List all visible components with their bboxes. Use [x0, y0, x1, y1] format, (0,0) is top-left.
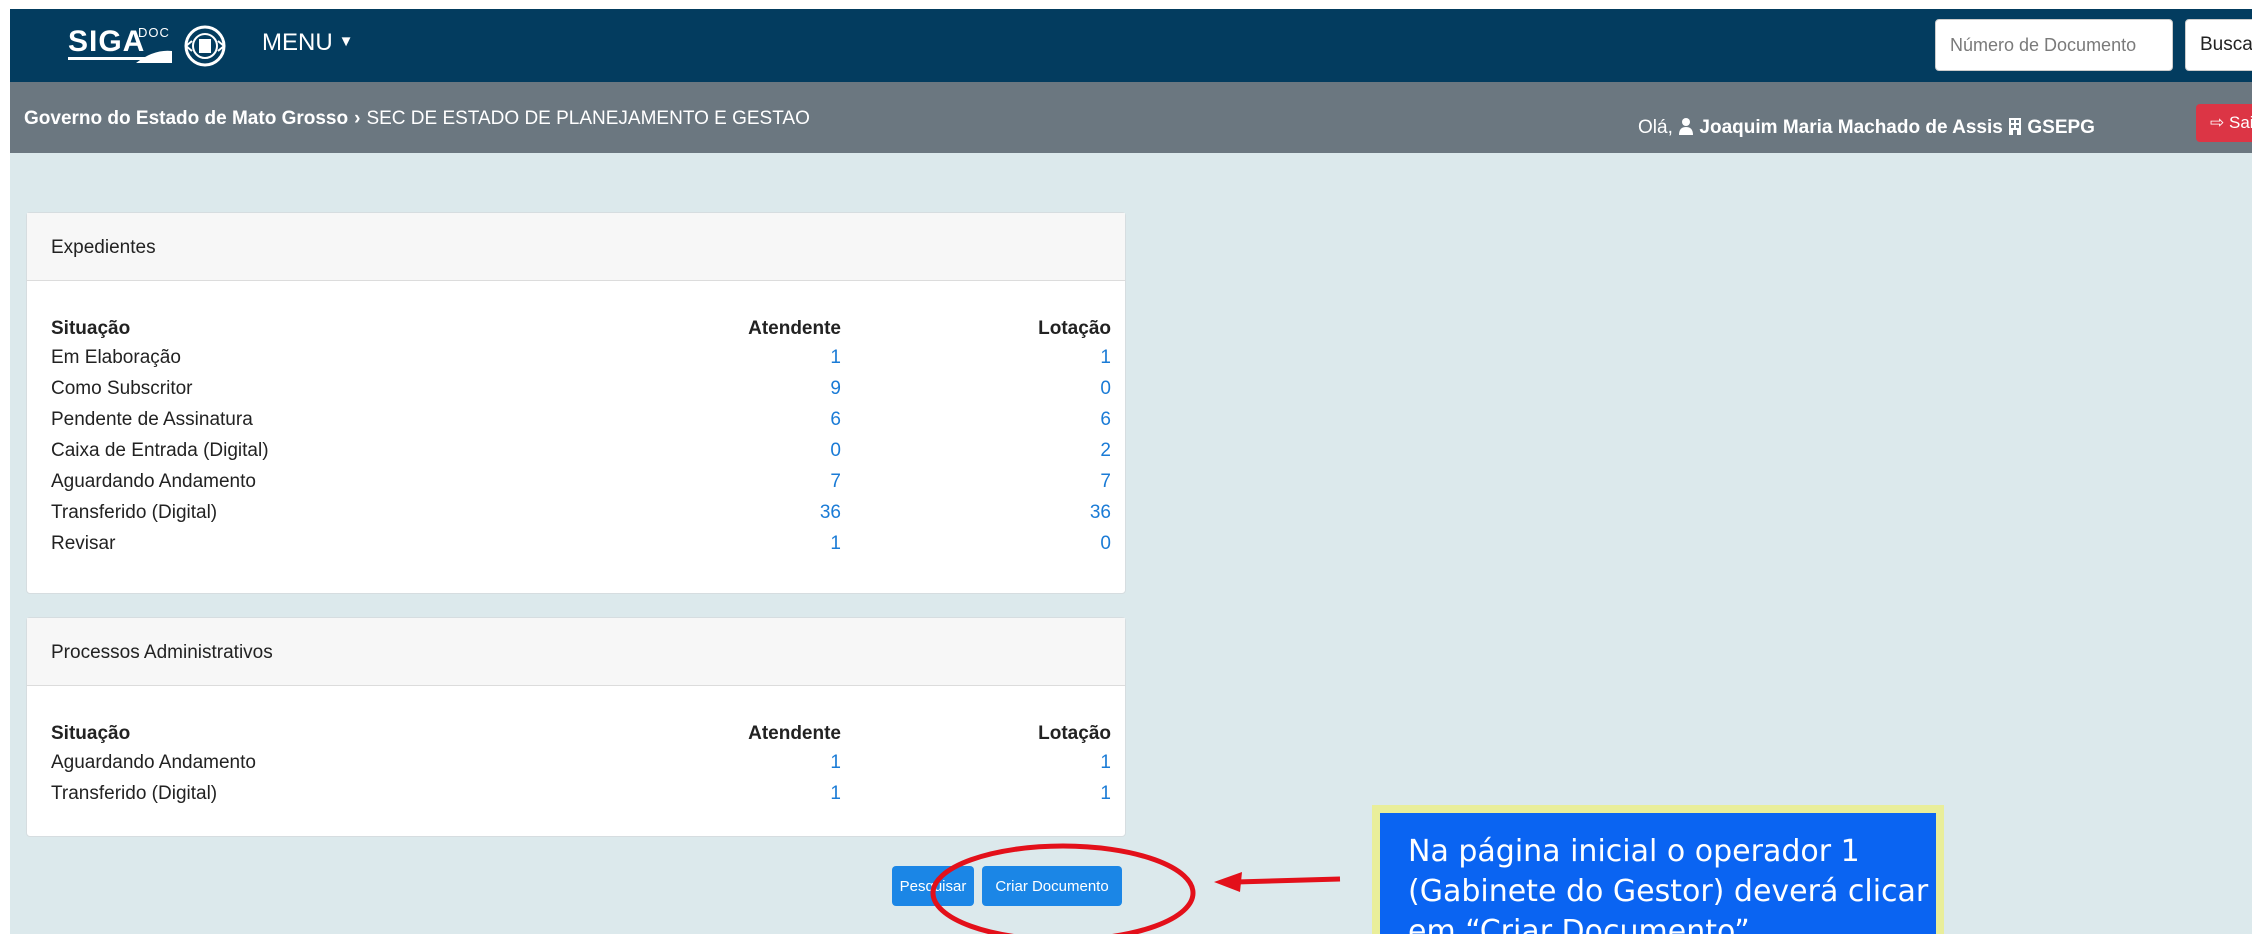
- col-lotacao: Lotação: [1038, 722, 1111, 744]
- col-situacao: Situação: [51, 722, 131, 744]
- processos-title: Processos Administrativos: [27, 618, 1125, 686]
- logo-sup: DOC: [138, 25, 170, 40]
- row-label: Revisar: [51, 532, 116, 554]
- highlight-ellipse: [930, 843, 1196, 934]
- user-info: Olá, Joaquim Maria Machado de Assis GSEP…: [1638, 117, 2095, 139]
- table-row: Pendente de Assinatura 6 6: [51, 404, 1111, 435]
- exit-label: Sair: [2228, 113, 2252, 132]
- app-frame: SIGA DOC MENU ▼ Buscar Governo do Estado …: [10, 9, 2252, 934]
- atendente-count-link[interactable]: 0: [621, 435, 841, 466]
- lotacao-count-link[interactable]: 7: [841, 466, 1111, 497]
- menu-dropdown[interactable]: MENU ▼: [262, 29, 354, 57]
- atendente-count-link[interactable]: 1: [621, 528, 841, 559]
- exit-button[interactable]: ⇨ Sair: [2196, 104, 2252, 142]
- expedientes-title: Expedientes: [27, 213, 1125, 281]
- atendente-count-link[interactable]: 1: [621, 342, 841, 373]
- table-header-row: Situação Atendente Lotação: [51, 315, 1111, 342]
- row-label: Transferido (Digital): [51, 501, 218, 523]
- building-icon: [2009, 118, 2022, 135]
- table-row: Em Elaboração 1 1: [51, 342, 1111, 373]
- state-crest-icon: [184, 25, 226, 67]
- annotation-callout: Na página inicial o operador 1 (Gabinete…: [1380, 813, 1936, 934]
- col-atendente: Atendente: [748, 317, 841, 339]
- table-row: Revisar 1 0: [51, 528, 1111, 559]
- processos-table: Situação Atendente Lotação Aguardando An…: [51, 720, 1111, 809]
- breadcrumb-bar: Governo do Estado de Mato Grosso › SEC DE …: [10, 82, 2252, 153]
- row-label: Em Elaboração: [51, 346, 181, 368]
- table-row: Aguardando Andamento 1 1: [51, 747, 1111, 778]
- lotacao-count-link[interactable]: 2: [841, 435, 1111, 466]
- lotacao-count-link[interactable]: 1: [841, 778, 1111, 809]
- row-label: Aguardando Andamento: [51, 751, 256, 773]
- atendente-count-link[interactable]: 36: [621, 497, 841, 528]
- user-unit: GSEPG: [2027, 117, 2095, 138]
- breadcrumb-org[interactable]: Governo do Estado de Mato Grosso: [24, 108, 348, 129]
- top-navbar: SIGA DOC MENU ▼ Buscar: [10, 9, 2252, 82]
- user-name: Joaquim Maria Machado de Assis: [1699, 117, 2003, 138]
- breadcrumb-separator: ›: [354, 108, 361, 129]
- expedientes-card: Expedientes Situação Atendente Lotação E…: [26, 212, 1126, 594]
- sign-out-icon: ⇨: [2210, 113, 2225, 132]
- table-row: Caixa de Entrada (Digital) 0 2: [51, 435, 1111, 466]
- row-label: Como Subscritor: [51, 377, 193, 399]
- row-label: Transferido (Digital): [51, 782, 218, 804]
- atendente-count-link[interactable]: 1: [621, 747, 841, 778]
- row-label: Pendente de Assinatura: [51, 408, 253, 430]
- table-row: Transferido (Digital) 1 1: [51, 778, 1111, 809]
- breadcrumb-unit[interactable]: SEC DE ESTADO DE PLANEJAMENTO E GESTAO: [366, 108, 809, 129]
- col-atendente: Atendente: [748, 722, 841, 744]
- expedientes-table: Situação Atendente Lotação Em Elaboração…: [51, 315, 1111, 559]
- lotacao-count-link[interactable]: 6: [841, 404, 1111, 435]
- atendente-count-link[interactable]: 6: [621, 404, 841, 435]
- atendente-count-link[interactable]: 9: [621, 373, 841, 404]
- table-row: Como Subscritor 9 0: [51, 373, 1111, 404]
- table-header-row: Situação Atendente Lotação: [51, 720, 1111, 747]
- lotacao-count-link[interactable]: 0: [841, 373, 1111, 404]
- table-row: Aguardando Andamento 7 7: [51, 466, 1111, 497]
- lotacao-count-link[interactable]: 1: [841, 342, 1111, 373]
- col-lotacao: Lotação: [1038, 317, 1111, 339]
- annotation-arrow-icon: [1214, 872, 1341, 892]
- siga-logo[interactable]: SIGA DOC: [68, 23, 178, 67]
- greeting-text: Olá,: [1638, 117, 1673, 138]
- document-number-input[interactable]: [1935, 19, 2173, 71]
- lotacao-count-link[interactable]: 0: [841, 528, 1111, 559]
- processos-card: Processos Administrativos Situação Atend…: [26, 617, 1126, 837]
- breadcrumb: Governo do Estado de Mato Grosso › SEC DE …: [24, 108, 810, 130]
- row-label: Caixa de Entrada (Digital): [51, 439, 269, 461]
- col-situacao: Situação: [51, 317, 131, 339]
- lotacao-count-link[interactable]: 36: [841, 497, 1111, 528]
- logo-swoosh-icon: [136, 50, 172, 63]
- table-row: Transferido (Digital) 36 36: [51, 497, 1111, 528]
- row-label: Aguardando Andamento: [51, 470, 256, 492]
- menu-label: MENU: [262, 29, 333, 56]
- lotacao-count-link[interactable]: 1: [841, 747, 1111, 778]
- atendente-count-link[interactable]: 7: [621, 466, 841, 497]
- user-icon: [1679, 118, 1694, 135]
- caret-down-icon: ▼: [338, 33, 354, 50]
- atendente-count-link[interactable]: 1: [621, 778, 841, 809]
- search-button[interactable]: Buscar: [2185, 19, 2252, 71]
